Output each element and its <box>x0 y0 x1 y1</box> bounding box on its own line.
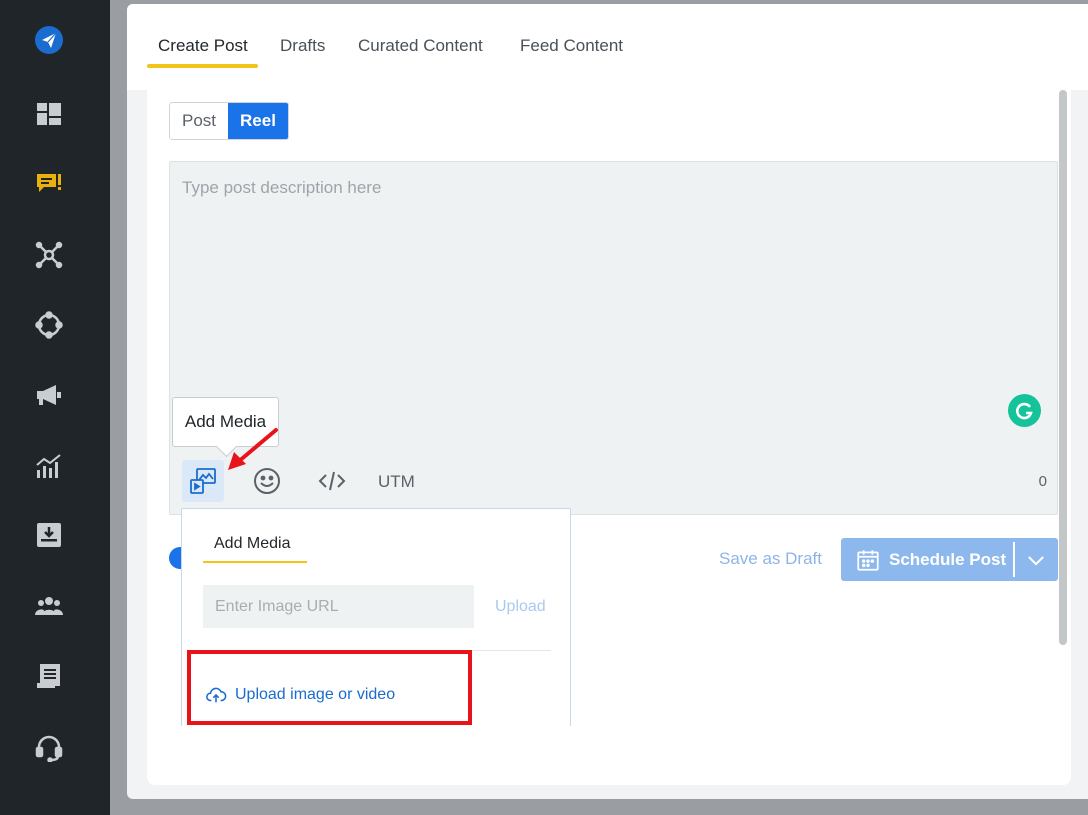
utm-button[interactable]: UTM <box>378 472 415 492</box>
paper-plane-logo-icon[interactable] <box>33 24 65 56</box>
modal-scrollbar[interactable] <box>1059 90 1067 645</box>
tab-bar: Create Post Drafts Curated Content Feed … <box>127 4 1088 90</box>
character-count: 0 <box>1038 473 1047 490</box>
dropdown-title: Add Media <box>214 535 291 552</box>
code-icon[interactable] <box>315 464 349 498</box>
grammarly-icon[interactable] <box>1008 394 1041 427</box>
post-description-textarea[interactable]: Type post description here UTM 0 <box>169 161 1058 515</box>
dashboard-icon[interactable] <box>33 98 65 130</box>
analytics-icon[interactable] <box>33 450 65 482</box>
headset-icon[interactable] <box>33 731 65 763</box>
annotation-arrow-icon <box>228 428 278 470</box>
chevron-down-icon[interactable] <box>1023 550 1049 570</box>
upload-url-button[interactable]: Upload <box>495 598 546 616</box>
circle-nodes-icon[interactable] <box>33 309 65 341</box>
tab-feed-content[interactable]: Feed Content <box>520 36 623 56</box>
schedule-divider <box>1013 542 1015 577</box>
active-tab-indicator <box>147 64 258 68</box>
post-type-toggle: Post Reel <box>169 102 289 140</box>
network-icon[interactable] <box>33 239 65 271</box>
sidebar <box>0 0 110 815</box>
report-icon[interactable] <box>33 660 65 692</box>
team-icon[interactable] <box>33 590 65 622</box>
tab-curated-content[interactable]: Curated Content <box>358 36 483 56</box>
image-url-input[interactable] <box>203 585 474 628</box>
post-type-post-button[interactable]: Post <box>170 103 229 139</box>
save-as-draft-button[interactable]: Save as Draft <box>719 549 822 569</box>
inbox-download-icon[interactable] <box>33 519 65 551</box>
tab-create-post[interactable]: Create Post <box>158 36 248 56</box>
post-description-placeholder: Type post description here <box>182 178 382 197</box>
calendar-icon <box>857 549 879 571</box>
dropdown-title-underline <box>203 561 307 563</box>
add-media-icon[interactable] <box>182 460 224 502</box>
tab-drafts[interactable]: Drafts <box>280 36 325 56</box>
chat-post-icon[interactable] <box>33 167 65 199</box>
megaphone-icon[interactable] <box>33 379 65 411</box>
post-type-reel-button[interactable]: Reel <box>228 103 288 139</box>
schedule-post-button[interactable]: Schedule Post <box>841 538 1058 581</box>
schedule-post-label: Schedule Post <box>889 549 1007 569</box>
annotation-highlight-box <box>187 650 472 725</box>
